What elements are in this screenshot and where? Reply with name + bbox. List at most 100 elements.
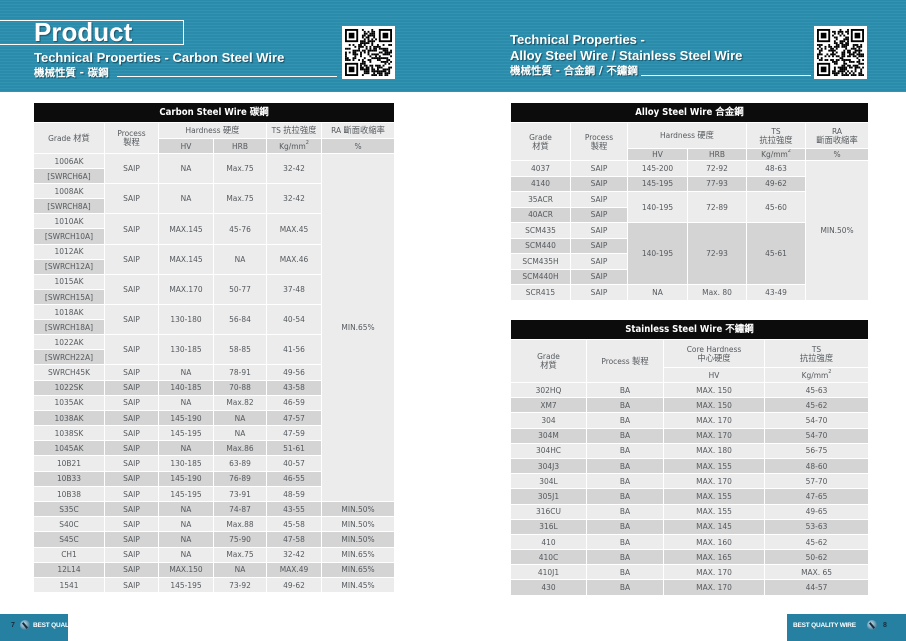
qr-module	[367, 42, 370, 45]
ts-cell: 45-58	[266, 516, 322, 533]
ts-cell-merged: 45-61	[746, 222, 806, 285]
qr-module	[361, 45, 364, 48]
qr-module	[360, 44, 362, 46]
qr-module	[817, 47, 819, 50]
process-cell: SAIP	[570, 284, 628, 301]
process-cell: SAIP	[570, 206, 628, 223]
grade-cell: 316L	[510, 518, 587, 535]
col-header-grade: Grade 材質	[33, 122, 105, 154]
qr-module	[833, 62, 836, 65]
qr-module	[856, 60, 859, 63]
qr-module	[833, 30, 836, 33]
qr-module	[820, 57, 823, 60]
qr-module	[852, 45, 855, 48]
qr-code-icon[interactable]	[342, 26, 395, 79]
qr-module	[352, 49, 355, 52]
qr-module	[365, 36, 368, 39]
qr-module	[854, 68, 857, 71]
qr-module	[832, 49, 834, 52]
hrb-cell: 72-92	[687, 160, 747, 177]
qr-module	[843, 68, 846, 71]
grade-cell: 1015AK	[33, 273, 105, 290]
hv-cell: 130-185	[158, 334, 214, 366]
qr-module	[843, 40, 846, 43]
process-cell: BA	[586, 442, 664, 459]
qr-module	[365, 42, 368, 45]
qr-module	[833, 36, 836, 39]
qr-module	[367, 59, 370, 61]
hv-cell: MAX. 170	[663, 427, 765, 444]
ts-cell: 48-63	[746, 160, 806, 177]
qr-module	[388, 70, 391, 73]
process-cell: SAIP	[104, 531, 159, 548]
qr-module	[363, 70, 366, 73]
qr-module	[345, 53, 347, 56]
col-header-ra: RA 斷面收縮率	[320, 122, 396, 139]
grade-cell: 12L14	[33, 561, 105, 578]
qr-module	[856, 53, 859, 56]
qr-module	[375, 38, 377, 41]
qr-module	[390, 55, 392, 58]
ts-cell: 47-59	[266, 425, 322, 442]
qr-module	[352, 59, 355, 61]
qr-module	[365, 47, 368, 50]
qr-module	[369, 32, 372, 35]
qr-module	[843, 45, 846, 48]
ts-cell: 41-56	[266, 334, 322, 366]
process-cell: SAIP	[104, 425, 159, 442]
ts-cell: 49-65	[763, 503, 870, 520]
qr-module	[346, 47, 349, 50]
hv-cell: NA	[158, 440, 214, 457]
qr-module	[363, 40, 366, 43]
qr-module	[375, 49, 377, 52]
ts-cell: 32-42	[266, 183, 322, 215]
qr-module	[382, 64, 385, 67]
hv-cell: MAX. 155	[663, 457, 765, 475]
col-header-grade: Grade 材質	[510, 122, 571, 161]
qr-module	[841, 53, 844, 56]
qr-module	[375, 74, 377, 76]
qr-module	[850, 60, 853, 63]
qr-code-icon[interactable]	[814, 26, 867, 79]
left-subtitle-zh: 機械性質 - 碳鋼	[34, 67, 109, 79]
hv-cell: NA	[627, 284, 688, 301]
qr-module	[848, 53, 851, 56]
qr-module	[386, 57, 389, 60]
qr-module	[376, 64, 379, 67]
qr-module	[361, 62, 364, 65]
qr-module	[843, 64, 846, 67]
qr-module	[858, 53, 861, 56]
process-cell: BA	[586, 427, 664, 444]
alt-grade-cell: [SWRCH18A]	[33, 319, 105, 336]
qr-module	[837, 72, 840, 75]
qr-module	[860, 72, 863, 75]
qr-module	[852, 64, 855, 67]
qr-module	[376, 59, 379, 61]
qr-module	[365, 70, 368, 73]
grade-cell: 1035AK	[33, 394, 105, 411]
qr-module	[843, 34, 846, 37]
qr-module	[858, 55, 861, 58]
qr-module	[854, 66, 857, 69]
qr-module	[841, 57, 844, 60]
qr-module	[847, 29, 849, 31]
ts-cell: 56-75	[763, 442, 870, 459]
qr-module	[839, 68, 842, 71]
page-number: 8	[883, 622, 887, 629]
qr-module	[856, 64, 859, 67]
qr-module	[848, 72, 851, 75]
qr-module	[848, 66, 851, 69]
qr-module	[378, 59, 381, 61]
qr-module	[369, 64, 372, 67]
qr-module	[384, 62, 387, 65]
qr-module	[832, 72, 834, 75]
qr-module	[832, 34, 834, 37]
qr-module	[373, 68, 376, 71]
hrb-cell: 74-87	[213, 500, 267, 518]
qr-module	[363, 38, 366, 41]
qr-module	[386, 49, 389, 52]
footer-brand: BEST QUALITY WIRE	[33, 622, 96, 629]
qr-module	[380, 66, 383, 69]
grade-cell: 1045AK	[33, 440, 105, 457]
alt-grade-cell: [SWRCH15A]	[33, 288, 105, 305]
